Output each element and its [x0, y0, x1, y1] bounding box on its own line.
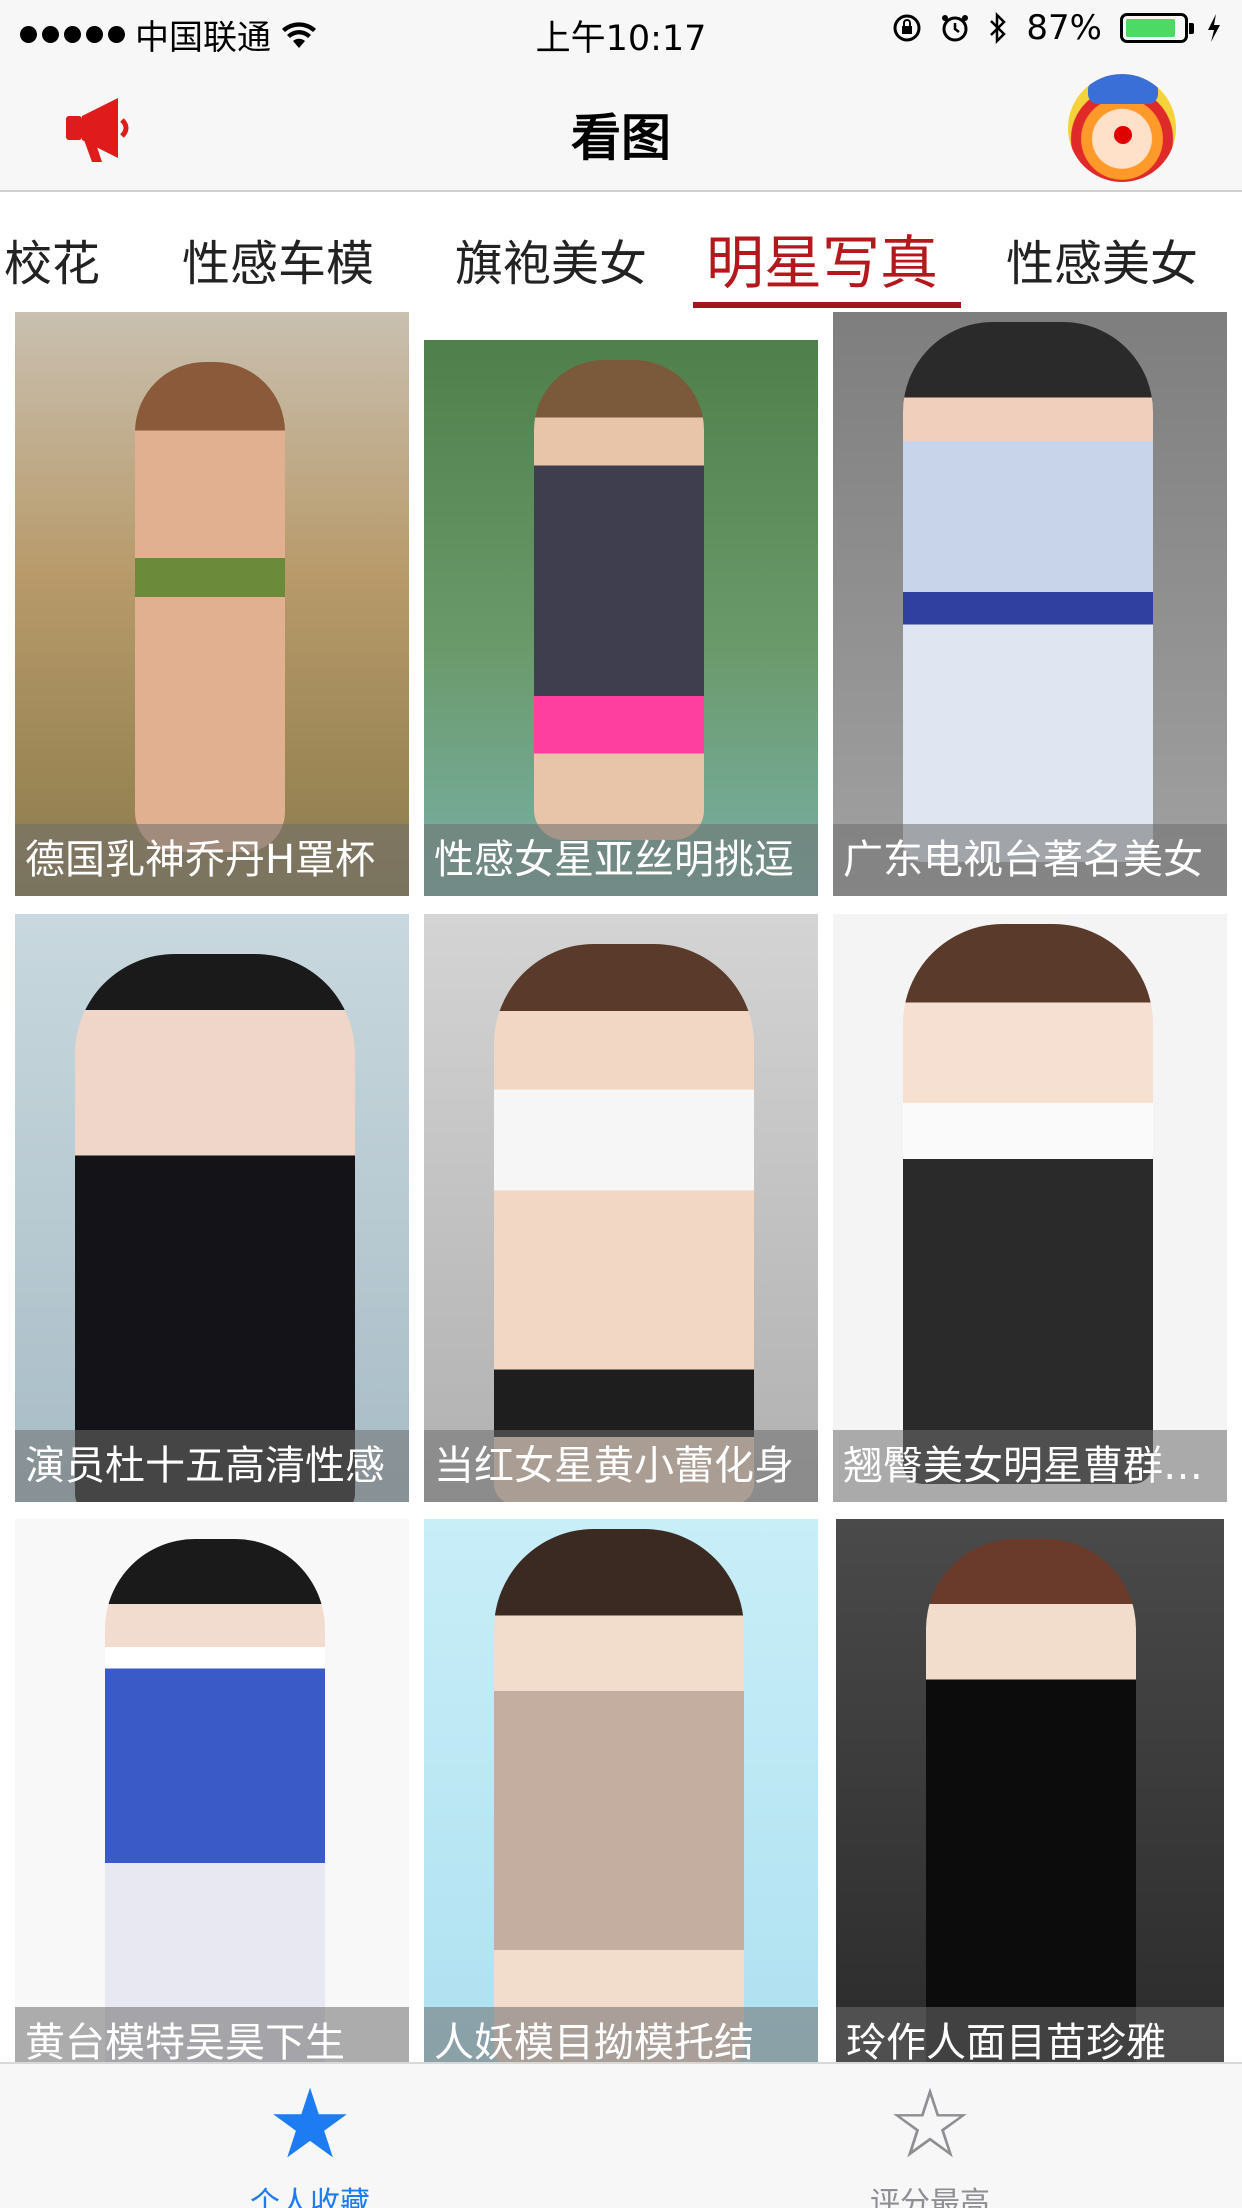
photo-figure: [903, 924, 1153, 1484]
photo-caption: 德国乳神乔丹H罩杯: [15, 824, 409, 896]
photo-card[interactable]: 广东电视台著名美女: [833, 312, 1227, 896]
battery-percent: 87%: [1026, 8, 1102, 48]
tab-top-rated-label: 评分最高: [870, 2186, 990, 2208]
tab-favorites-label: 个人收藏: [250, 2186, 370, 2208]
photo-figure: [903, 322, 1153, 862]
nav-bar: 看图: [0, 62, 1242, 192]
photo-card[interactable]: 黄台模特吴昊下生: [15, 1519, 409, 2062]
category-tab-bar: 校花 性感车模 旗袍美女 明星写真 性感美女: [0, 194, 1242, 312]
photo-card[interactable]: 演员杜十五高清性感: [15, 914, 409, 1502]
tab-campus-belle[interactable]: 校花: [4, 224, 100, 294]
photo-card[interactable]: 当红女星黄小蕾化身: [424, 914, 818, 1502]
page-title: 看图: [571, 109, 671, 167]
photo-card[interactable]: 玲作人面目苗珍雅: [836, 1519, 1224, 2062]
photo-caption: 翘臀美女明星曹群写真: [833, 1430, 1227, 1502]
bluetooth-icon: [990, 12, 1007, 44]
alarm-icon: [942, 15, 969, 42]
tab-favorites[interactable]: ★ 个人收藏: [185, 2076, 435, 2208]
photo-figure: [926, 1539, 1136, 2062]
photo-caption: 演员杜十五高清性感: [15, 1430, 409, 1502]
star-outline-icon: ☆: [886, 2068, 974, 2180]
tab-car-models[interactable]: 性感车模: [182, 224, 374, 294]
status-right: 87%: [892, 8, 1222, 48]
tab-celebrity-photos[interactable]: 明星写真: [706, 216, 938, 300]
photo-figure: [105, 1539, 325, 2062]
active-tab-indicator: [693, 302, 961, 308]
battery-fill: [1126, 19, 1175, 37]
photo-caption: 玲作人面目苗珍雅: [836, 2007, 1224, 2062]
tab-top-rated[interactable]: ☆ 评分最高: [805, 2076, 1055, 2208]
charging-bolt-icon: [1208, 14, 1220, 42]
orientation-lock-icon: [893, 14, 921, 42]
photo-caption: 人妖模目拗模托结: [424, 2007, 818, 2062]
avatar-nose: [1114, 126, 1132, 144]
clown-avatar[interactable]: [1068, 74, 1176, 182]
photo-caption: 当红女星黄小蕾化身: [424, 1430, 818, 1502]
tab-qipao[interactable]: 旗袍美女: [455, 224, 647, 294]
photo-figure: [534, 360, 704, 840]
photo-caption: 黄台模特吴昊下生: [15, 2007, 409, 2062]
photo-figure: [75, 954, 355, 1502]
photo-card[interactable]: 德国乳神乔丹H罩杯: [15, 312, 409, 896]
photo-card[interactable]: 翘臀美女明星曹群写真: [833, 914, 1227, 1502]
battery-icon: [1120, 13, 1194, 43]
star-filled-icon: ★: [266, 2068, 354, 2180]
tab-sexy-beauty[interactable]: 性感美女: [1006, 224, 1198, 294]
bottom-tab-bar: ★ 个人收藏 ☆ 评分最高: [0, 2062, 1242, 2208]
photo-figure: [494, 1529, 744, 2062]
status-bar: 中国联通 上午10:17 87%: [0, 0, 1242, 62]
photo-caption: 广东电视台著名美女: [833, 824, 1227, 896]
avatar-hat: [1088, 74, 1158, 104]
photo-figure: [494, 944, 754, 1502]
photo-card[interactable]: 人妖模目拗模托结: [424, 1519, 818, 2062]
photo-grid: 德国乳神乔丹H罩杯 性感女星亚丝明挑逗 广东电视台著名美女 演员杜十五高清性感 …: [0, 312, 1242, 2062]
photo-figure: [135, 362, 285, 852]
photo-card[interactable]: 性感女星亚丝明挑逗: [424, 340, 818, 896]
photo-caption: 性感女星亚丝明挑逗: [424, 824, 818, 896]
